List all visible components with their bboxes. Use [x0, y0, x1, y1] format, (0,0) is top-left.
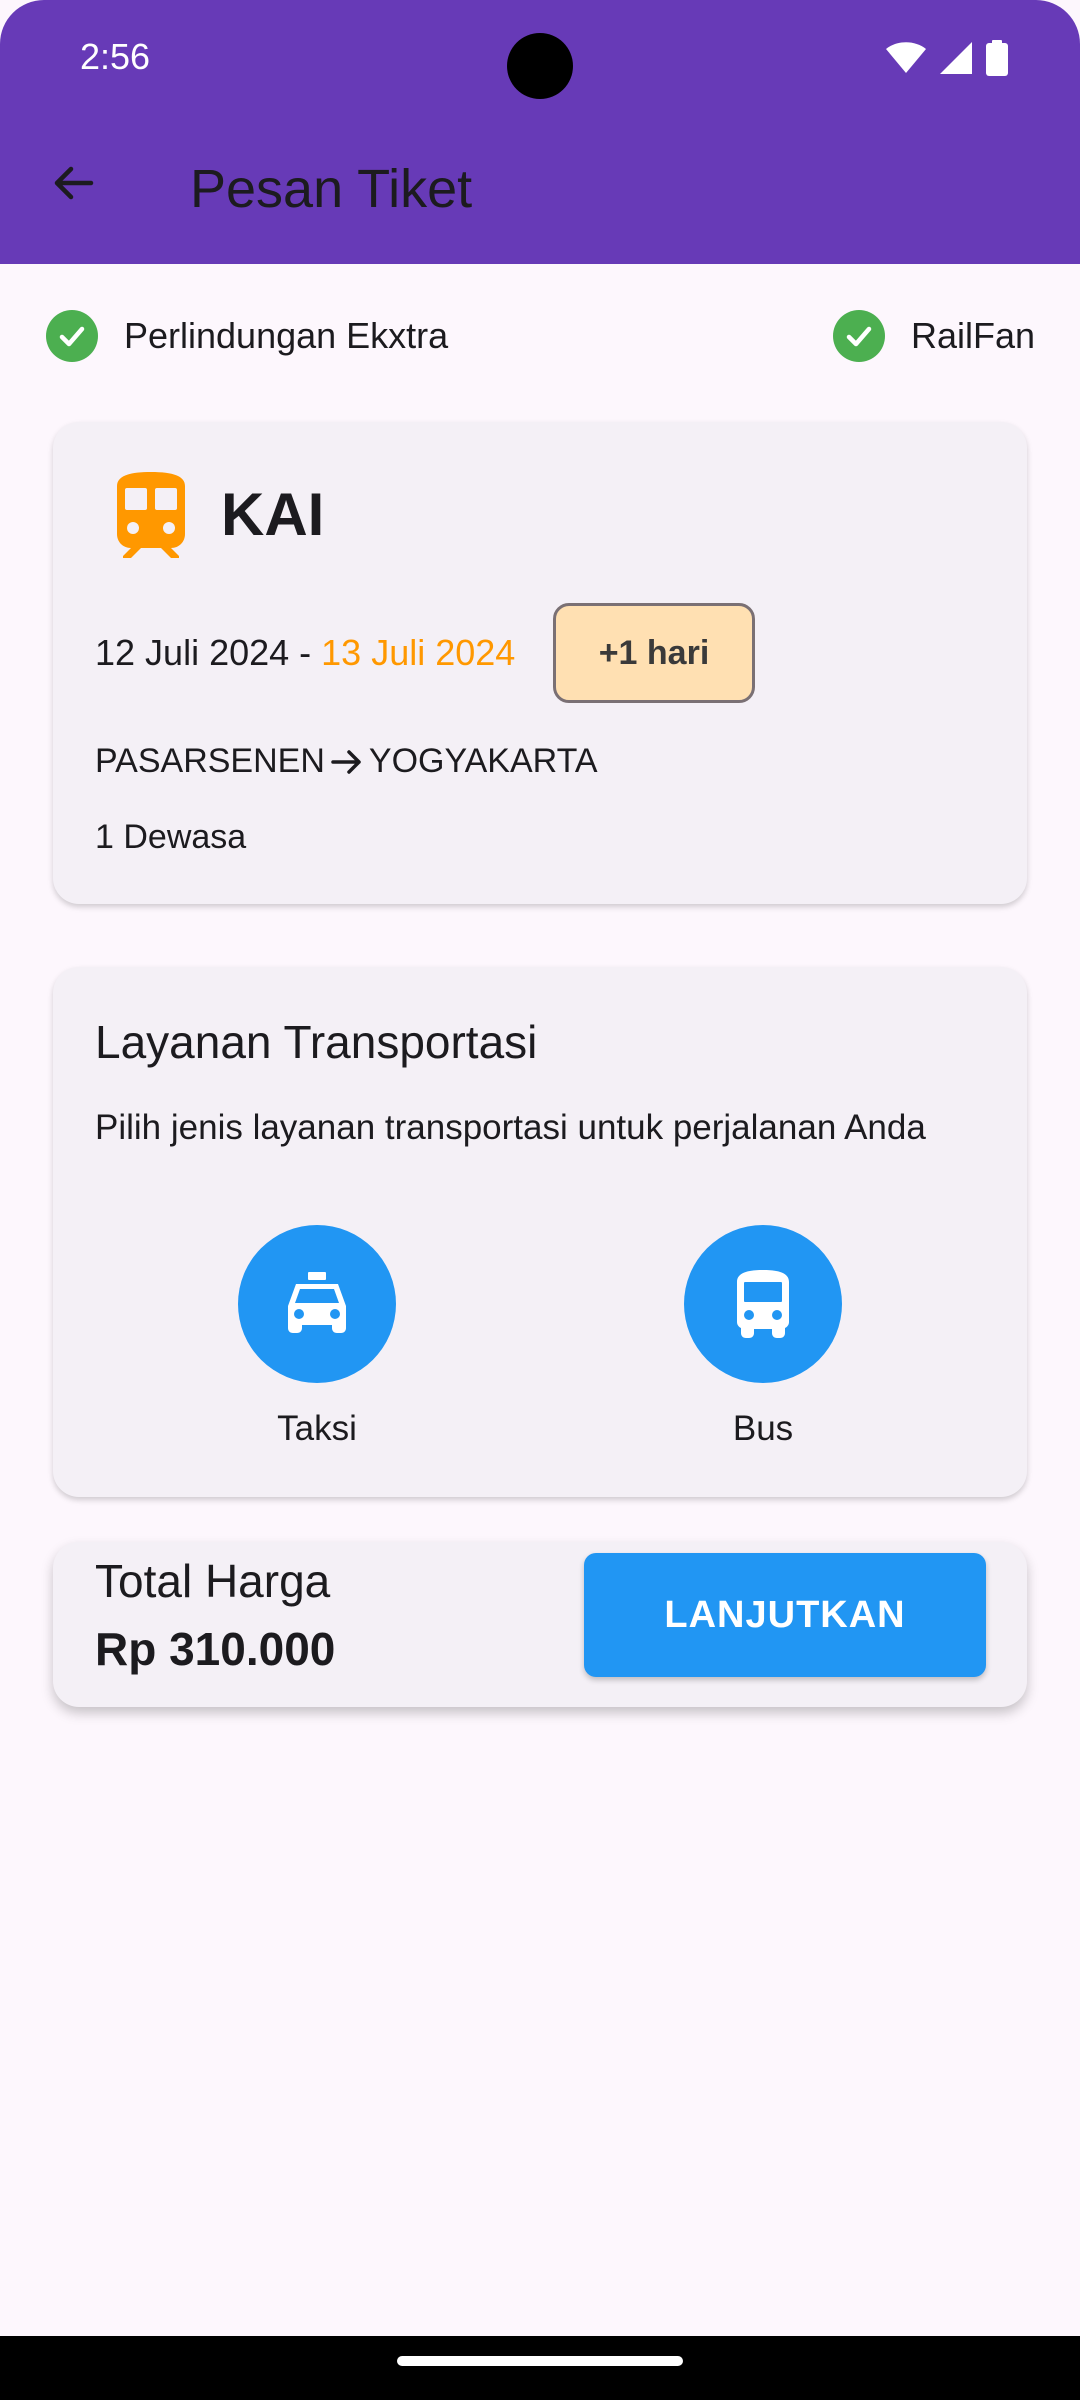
feature-label: Perlindungan Ekxtra [124, 315, 449, 356]
arrow-back-icon [54, 166, 94, 200]
transport-title: Layanan Transportasi [95, 1016, 538, 1068]
total-price: Rp 310.000 [95, 1623, 336, 1675]
passenger-count: 1 Dewasa [95, 818, 247, 856]
feature-perlindungan: Perlindungan Ekxtra [46, 310, 448, 362]
back-button[interactable] [40, 150, 106, 216]
service-label: Bus [732, 1409, 794, 1448]
date-separator: - [289, 632, 322, 673]
wifi-icon [886, 42, 926, 73]
battery-icon [986, 40, 1008, 76]
service-label: Taksi [277, 1409, 357, 1448]
taxi-button[interactable] [238, 1225, 396, 1383]
transport-description: Pilih jenis layanan transportasi untuk p… [95, 1108, 926, 1147]
status-icons [886, 40, 1008, 76]
carrier-name: KAI [221, 481, 325, 548]
check-circle-icon [833, 310, 885, 362]
bus-button[interactable] [684, 1225, 842, 1383]
app-bar: 2:56 Pesan Tiket [0, 0, 1080, 264]
camera-cutout [507, 33, 573, 99]
arrive-date: 13 Juli 2024 [321, 632, 516, 673]
navigation-bar [0, 2336, 1080, 2400]
day-offset-badge: +1 hari [553, 603, 755, 703]
depart-date: 12 Juli 2024 [95, 632, 290, 673]
feature-railfan: RailFan [833, 310, 1035, 362]
total-card: Total Harga Rp 310.000 LANJUTKAN [53, 1542, 1027, 1707]
screen: 2:56 Pesan Tiket Perlindungan Ekxtra Rai… [0, 0, 1080, 2400]
taxi-icon [288, 1272, 346, 1333]
feature-label: RailFan [911, 315, 1036, 356]
page-title: Pesan Tiket [190, 159, 473, 219]
check-circle-icon [46, 310, 98, 362]
destination-station: YOGYAKARTA [368, 742, 598, 780]
signal-icon [940, 42, 972, 74]
origin-station: PASARSENEN [95, 742, 325, 780]
transport-card: Layanan Transportasi Pilih jenis layanan… [53, 967, 1027, 1497]
service-taksi[interactable]: Taksi [237, 1225, 397, 1449]
date-range: 12 Juli 2024 - 13 Juli 2024 [95, 632, 515, 674]
train-icon [117, 472, 185, 558]
continue-button[interactable]: LANJUTKAN [584, 1553, 986, 1677]
ticket-card: KAI 12 Juli 2024 - 13 Juli 2024 +1 hari … [53, 422, 1027, 904]
status-time: 2:56 [80, 36, 151, 77]
route: PASARSENEN YOGYAKARTA [95, 742, 598, 781]
service-bus[interactable]: Bus [683, 1225, 843, 1449]
arrow-right-icon [331, 749, 361, 774]
total-label: Total Harga [95, 1555, 331, 1607]
home-gesture-handle[interactable] [397, 2356, 683, 2366]
bus-icon [737, 1270, 789, 1338]
